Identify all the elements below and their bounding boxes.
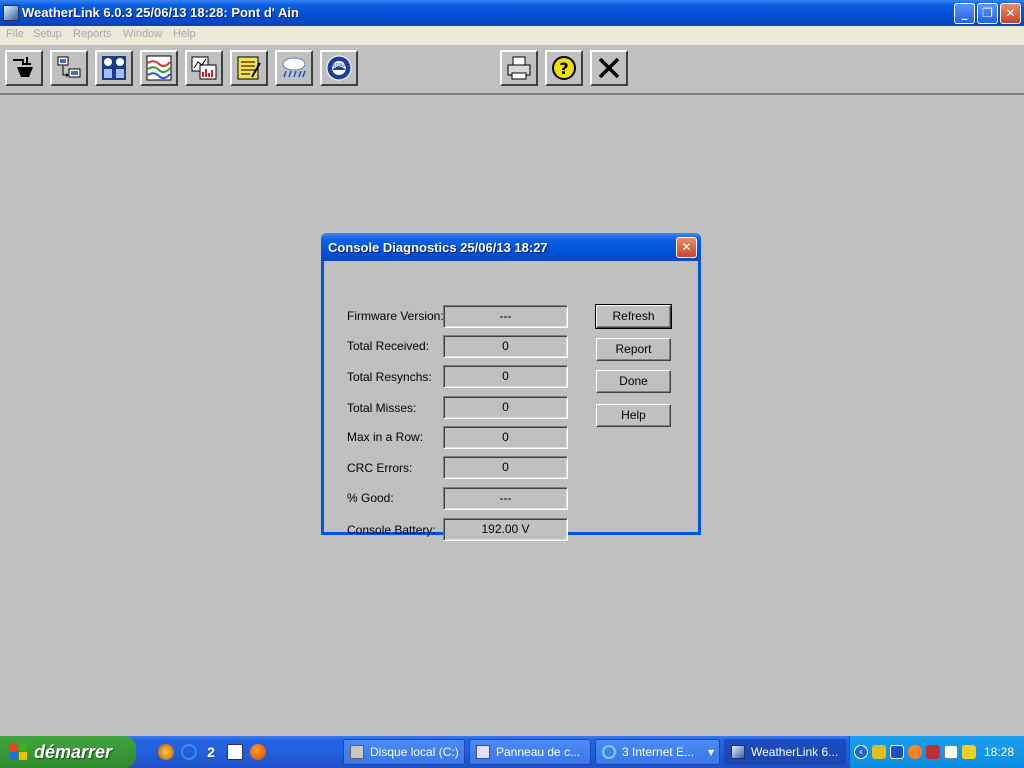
- network-icon[interactable]: [890, 745, 904, 759]
- download-button[interactable]: [50, 50, 88, 86]
- max-in-a-row-value: 0: [443, 426, 568, 449]
- download-icon: [57, 56, 81, 78]
- tray-app-icon[interactable]: [926, 745, 940, 759]
- menu-file[interactable]: File: [6, 28, 24, 40]
- start-label: démarrer: [34, 742, 113, 762]
- task-label: Panneau de c...: [496, 745, 581, 759]
- noaa-button[interactable]: NOAA: [320, 50, 358, 86]
- task-disque-local[interactable]: Disque local (C:): [343, 739, 465, 765]
- console-battery-label: Console Battery:: [347, 523, 436, 537]
- percent-good-value: ---: [443, 487, 568, 510]
- help-icon: ?: [552, 56, 576, 80]
- security-shield-icon[interactable]: [872, 745, 886, 759]
- restore-button[interactable]: ❐: [977, 3, 998, 24]
- total-received-value: 0: [443, 335, 568, 358]
- dialog-titlebar[interactable]: Console Diagnostics 25/06/13 18:27: [321, 233, 701, 261]
- dialog-close-button[interactable]: ✕: [676, 237, 697, 258]
- drive-icon: [350, 745, 364, 759]
- menu-window[interactable]: Window: [123, 28, 162, 40]
- internet-explorer-icon: [602, 745, 616, 759]
- help-button-toolbar[interactable]: ?: [545, 50, 583, 86]
- task-label: Disque local (C:): [370, 745, 459, 759]
- connect-button[interactable]: [5, 50, 43, 86]
- tray-folder-icon[interactable]: [962, 745, 976, 759]
- avast-icon[interactable]: [908, 745, 922, 759]
- notes-button[interactable]: [230, 50, 268, 86]
- print-icon: [507, 56, 531, 80]
- help-glyph: ?: [559, 59, 568, 78]
- bulletin-button[interactable]: [95, 50, 133, 86]
- clock: 18:28: [984, 745, 1015, 759]
- exit-button[interactable]: [590, 50, 628, 86]
- total-misses-value: 0: [443, 396, 568, 419]
- rain-button[interactable]: [275, 50, 313, 86]
- windows-flag-icon: [10, 743, 28, 761]
- plot-graph-icon: [191, 56, 217, 80]
- rain-icon: [282, 57, 306, 78]
- tray-xbox-icon[interactable]: [944, 745, 958, 759]
- task-label: 3 Internet E...: [622, 745, 695, 759]
- crc-errors-value: 0: [443, 456, 568, 479]
- print-button[interactable]: [500, 50, 538, 86]
- dialog-title: Console Diagnostics 25/06/13 18:27: [328, 240, 548, 255]
- task-internet-explorer-group[interactable]: 3 Internet E... ▾: [595, 739, 720, 765]
- menu-reports[interactable]: Reports: [73, 28, 112, 40]
- quicklaunch-badge-icon[interactable]: 2: [203, 744, 219, 760]
- summary-graph-icon: [146, 55, 172, 81]
- weatherlink-icon: [731, 745, 745, 759]
- task-panneau-de-configuration[interactable]: Panneau de c...: [469, 739, 591, 765]
- window-title: WeatherLink 6.0.3 25/06/13 18:28: Pont d…: [22, 5, 299, 20]
- firefox-icon[interactable]: [250, 744, 266, 760]
- console-diagnostics-dialog: Console Diagnostics 25/06/13 18:27 ✕ Fir…: [321, 233, 701, 541]
- firmware-version-label: Firmware Version:: [347, 309, 444, 323]
- window-titlebar[interactable]: WeatherLink 6.0.3 25/06/13 18:28: Pont d…: [0, 0, 1024, 26]
- quicklaunch-app-icon[interactable]: [158, 744, 174, 760]
- refresh-button[interactable]: Refresh: [595, 304, 672, 329]
- weatherlink-app-icon[interactable]: [3, 5, 19, 21]
- total-received-label: Total Received:: [347, 339, 430, 353]
- task-label: WeatherLink 6...: [751, 745, 839, 759]
- taskbar: démarrer 2 Disque local (C:) Panneau de …: [0, 736, 1024, 768]
- bulletin-icon: [102, 56, 126, 80]
- dialog-body: Firmware Version: --- Total Received: 0 …: [324, 261, 698, 541]
- internet-explorer-icon[interactable]: [181, 744, 197, 760]
- group-arrow-icon: ▾: [708, 745, 715, 759]
- plot-graph-button[interactable]: [185, 50, 223, 86]
- summary-graph-button[interactable]: [140, 50, 178, 86]
- noaa-label: NOAA: [332, 63, 347, 69]
- total-misses-label: Total Misses:: [347, 401, 417, 415]
- console-battery-value: 192.00 V: [443, 518, 568, 541]
- close-button[interactable]: ✕: [1000, 3, 1021, 24]
- help-button[interactable]: Help: [596, 404, 671, 427]
- notes-icon: [237, 56, 261, 80]
- max-in-a-row-label: Max in a Row:: [347, 430, 424, 444]
- minimize-button[interactable]: _: [954, 3, 975, 24]
- crc-errors-label: CRC Errors:: [347, 461, 413, 475]
- control-panel-icon: [476, 745, 490, 759]
- total-resynchs-value: 0: [443, 365, 568, 388]
- report-button[interactable]: Report: [596, 338, 671, 361]
- start-button[interactable]: démarrer: [0, 736, 136, 768]
- done-button[interactable]: Done: [596, 370, 671, 393]
- tray-expand-icon[interactable]: ‹: [854, 745, 868, 759]
- exit-icon: [598, 57, 620, 79]
- show-desktop-icon[interactable]: [227, 744, 243, 760]
- system-tray: ‹ 18:28: [849, 736, 1024, 768]
- menu-help[interactable]: Help: [173, 28, 196, 40]
- firmware-version-value: ---: [443, 305, 568, 328]
- task-weatherlink[interactable]: WeatherLink 6...: [724, 739, 846, 765]
- percent-good-label: % Good:: [347, 491, 394, 505]
- menu-setup[interactable]: Setup: [33, 28, 62, 40]
- toolbar: NOAA ?: [0, 45, 1024, 94]
- noaa-icon: NOAA: [326, 55, 352, 81]
- connect-icon: [13, 57, 33, 77]
- menu-bar: File Setup Reports Window Help: [0, 26, 1024, 45]
- total-resynchs-label: Total Resynchs:: [347, 370, 432, 384]
